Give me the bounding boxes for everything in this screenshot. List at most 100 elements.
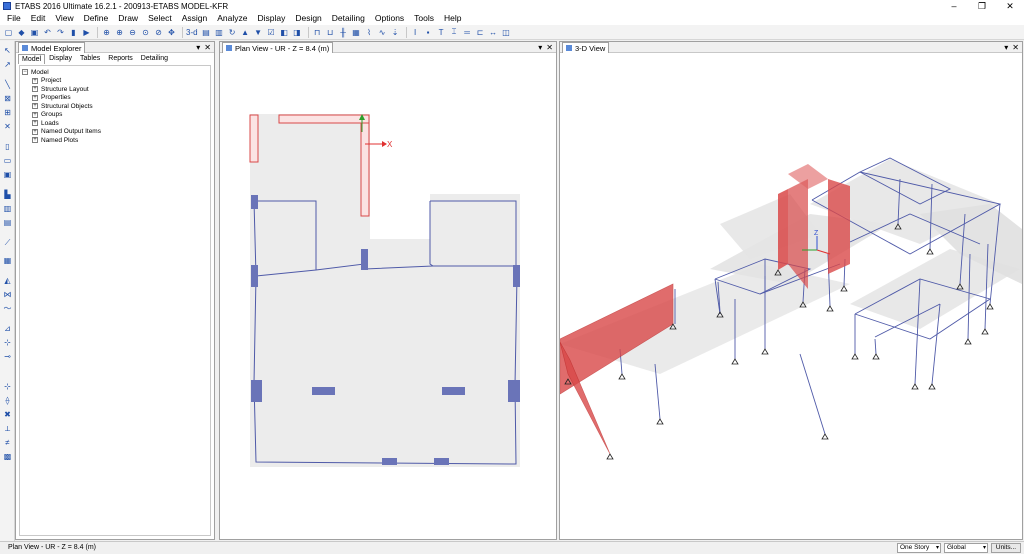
expand-icon[interactable]: + [32, 137, 38, 144]
lock-icon[interactable]: ▮ [68, 27, 79, 38]
undo-icon[interactable]: ↶ [42, 27, 53, 38]
menu-design[interactable]: Design [290, 12, 326, 25]
draw-ramp-icon[interactable]: ◭ [2, 275, 13, 286]
close-icon[interactable]: ✕ [204, 43, 211, 52]
tree-item-properties[interactable]: + Properties [22, 94, 208, 103]
menu-help[interactable]: Help [439, 12, 466, 25]
snap-perpendicular-icon[interactable]: ⟂ [2, 423, 13, 434]
view-3d-button[interactable]: 3-d [186, 28, 198, 37]
plan-view-drawing[interactable]: X [220, 54, 556, 540]
close-button[interactable]: ✕ [996, 0, 1024, 12]
redo-icon[interactable]: ↷ [55, 27, 66, 38]
show-forces-icon[interactable]: ⊔ [325, 27, 336, 38]
draw-link-icon[interactable]: ⋈ [2, 289, 13, 300]
open-file-icon[interactable]: ◆ [16, 27, 27, 38]
move-down-icon[interactable]: ▼ [253, 27, 264, 38]
zoom-window-icon[interactable]: ⊕ [101, 27, 112, 38]
column[interactable] [251, 265, 258, 287]
elevation-view-icon[interactable]: ▥ [214, 27, 225, 38]
draw-tendon-icon[interactable]: 〜 [2, 303, 13, 314]
tree-item-model[interactable]: − Model [22, 68, 208, 77]
column[interactable] [382, 458, 397, 465]
expand-icon[interactable]: + [32, 128, 38, 135]
zoom-extents-icon[interactable]: ⊙ [140, 27, 151, 38]
shear-wall[interactable] [249, 114, 259, 163]
show-links-icon[interactable]: ⌇ [364, 27, 375, 38]
tree-item-loads[interactable]: + Loads [22, 119, 208, 128]
tab-model[interactable]: Model [18, 54, 46, 64]
run-analysis-icon[interactable]: ▶ [81, 27, 92, 38]
menu-analyze[interactable]: Analyze [212, 12, 252, 25]
draw-floor-icon[interactable]: ▪ [423, 27, 434, 38]
draw-reference-point-icon[interactable]: ⊹ [2, 337, 13, 348]
expand-icon[interactable]: + [32, 77, 38, 84]
pan-icon[interactable]: ✥ [166, 27, 177, 38]
show-shells-icon[interactable]: ▦ [351, 27, 362, 38]
show-frames-icon[interactable]: ╫ [338, 27, 349, 38]
tab-tables[interactable]: Tables [76, 53, 104, 64]
snap-ends-icon[interactable]: ⟠ [2, 395, 13, 406]
menu-draw[interactable]: Draw [113, 12, 143, 25]
slab-area[interactable] [250, 114, 520, 467]
menu-detailing[interactable]: Detailing [327, 12, 370, 25]
menu-file[interactable]: File [2, 12, 26, 25]
expand-icon[interactable]: + [32, 94, 38, 101]
column[interactable] [508, 380, 520, 402]
story-select[interactable]: One Story ▾ [897, 543, 941, 553]
draw-grid-icon[interactable]: ⊞ [2, 107, 13, 118]
shear-wall-3d[interactable] [788, 164, 828, 189]
draw-rect-area-icon[interactable]: ▭ [2, 155, 13, 166]
show-tendons-icon[interactable]: ∿ [377, 27, 388, 38]
draw-dimension-line-icon[interactable]: ⊿ [2, 323, 13, 334]
draw-wall-icon[interactable]: ═ [462, 27, 473, 38]
tree-item-structure-layout[interactable]: + Structure Layout [22, 85, 208, 94]
3d-view-tab[interactable]: 3-D View [562, 42, 610, 53]
tree-item-groups[interactable]: + Groups [22, 111, 208, 120]
tab-display[interactable]: Display [45, 53, 76, 64]
tree-item-named-output-items[interactable]: + Named Output Items [22, 128, 208, 137]
minimize-button[interactable]: – [940, 0, 968, 12]
pin-dropdown-icon[interactable]: ▾ [538, 43, 542, 52]
snap-grid-icon[interactable]: ▩ [2, 451, 13, 462]
snap-intersection-icon[interactable]: ✖ [2, 409, 13, 420]
display-options-icon[interactable]: ☑ [266, 27, 277, 38]
draw-quad-area-icon[interactable]: ▣ [2, 169, 13, 180]
draw-beam-icon[interactable]: T [436, 27, 447, 38]
rotate-3d-icon[interactable]: ↻ [227, 27, 238, 38]
maximize-button[interactable]: ❐ [968, 0, 996, 12]
column[interactable] [251, 195, 258, 209]
model-explorer-title-tab[interactable]: Model Explorer [18, 42, 86, 53]
draw-opening-area-icon[interactable]: ▤ [2, 217, 13, 228]
extrude-icon[interactable]: ◨ [292, 27, 303, 38]
show-deformed-icon[interactable]: ⊓ [312, 27, 323, 38]
draw-cross-icon[interactable]: ✕ [2, 121, 13, 132]
tab-detailing[interactable]: Detailing [137, 53, 172, 64]
pin-dropdown-icon[interactable]: ▾ [1004, 43, 1008, 52]
show-loads-icon[interactable]: ⇣ [390, 27, 401, 38]
collapse-icon[interactable]: − [22, 69, 28, 76]
units-button[interactable]: Units... [991, 543, 1021, 553]
close-icon[interactable]: ✕ [1012, 43, 1019, 52]
menu-options[interactable]: Options [370, 12, 409, 25]
shear-wall-3d[interactable] [828, 179, 850, 274]
draw-area-icon[interactable]: ▯ [2, 141, 13, 152]
shear-wall[interactable] [360, 122, 370, 217]
draw-brace-icon[interactable]: ⌶ [449, 27, 460, 38]
menu-select[interactable]: Select [143, 12, 177, 25]
expand-icon[interactable]: + [32, 120, 38, 127]
3d-model-drawing[interactable]: Z [559, 54, 1022, 540]
menu-view[interactable]: View [50, 12, 78, 25]
zoom-out-icon[interactable]: ⊖ [127, 27, 138, 38]
menu-display[interactable]: Display [252, 12, 290, 25]
move-up-icon[interactable]: ▲ [240, 27, 251, 38]
menu-assign[interactable]: Assign [177, 12, 213, 25]
draw-reference-line-icon[interactable]: ⊸ [2, 351, 13, 362]
tree-item-structural-objects[interactable]: + Structural Objects [22, 102, 208, 111]
zoom-previous-icon[interactable]: ⊘ [153, 27, 164, 38]
draw-opening-icon[interactable]: ⊏ [475, 27, 486, 38]
expand-icon[interactable]: + [32, 86, 38, 93]
draw-brace-line-icon[interactable]: ⟋ [2, 237, 13, 248]
tree-item-project[interactable]: + Project [22, 77, 208, 86]
coordinate-system-select[interactable]: Global ▾ [944, 543, 988, 553]
column[interactable] [361, 249, 368, 270]
